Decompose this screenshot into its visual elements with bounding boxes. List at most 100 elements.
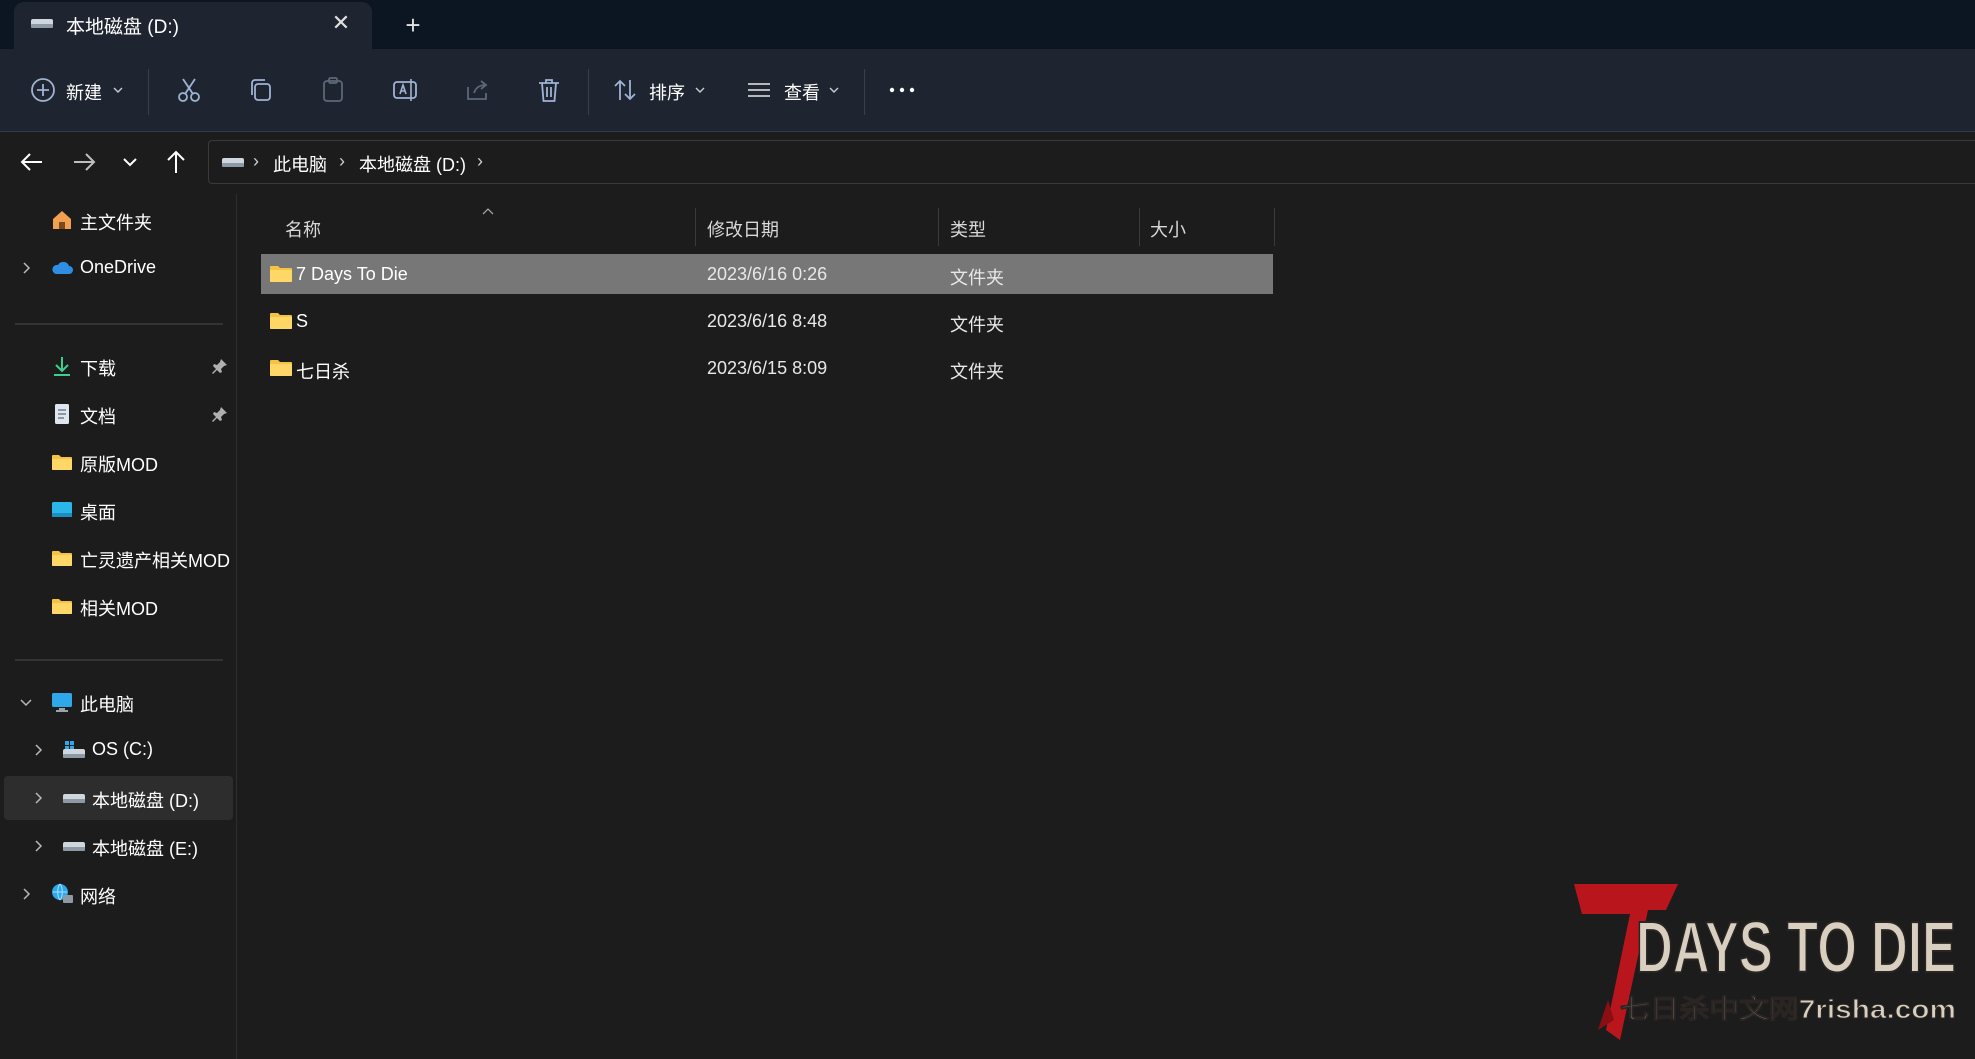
logo-site-text: 七日杀中文网7risha.com bbox=[1620, 994, 1956, 1024]
sidebar-item-network[interactable]: 网络 bbox=[4, 872, 233, 916]
column-header-name[interactable]: 名称 bbox=[261, 204, 695, 246]
sidebar-item-undead-legacy-mod[interactable]: 亡灵遗产相关MOD bbox=[4, 536, 233, 580]
os-drive-icon bbox=[63, 741, 85, 758]
tab-close-button[interactable]: ✕ bbox=[328, 10, 354, 36]
breadcrumb-separator-icon[interactable]: › bbox=[253, 151, 259, 172]
column-header-label: 大小 bbox=[1150, 220, 1186, 240]
rename-icon[interactable] bbox=[390, 75, 420, 105]
cloud-icon bbox=[52, 261, 73, 274]
sidebar-item-onedrive[interactable]: OneDrive bbox=[4, 246, 233, 290]
command-bar: 新建 排序 查看 bbox=[0, 49, 1975, 132]
sidebar-item-desktop[interactable]: 桌面 bbox=[4, 488, 233, 532]
back-arrow-icon[interactable] bbox=[16, 146, 48, 178]
file-name: 七日杀 bbox=[296, 362, 350, 382]
folder-icon bbox=[270, 313, 292, 329]
file-name: 7 Days To Die bbox=[296, 264, 408, 284]
column-header-label: 类型 bbox=[950, 220, 986, 240]
file-type: 文件夹 bbox=[950, 268, 1004, 288]
sidebar-item-downloads[interactable]: 下载 bbox=[4, 344, 233, 388]
sort-chevron-down-icon[interactable] bbox=[694, 84, 706, 96]
file-type: 文件夹 bbox=[950, 362, 1004, 382]
sidebar-item-label: 桌面 bbox=[80, 503, 116, 523]
sidebar-item-label: 文档 bbox=[80, 407, 116, 427]
sort-icon[interactable] bbox=[610, 75, 640, 105]
view-chevron-down-icon[interactable] bbox=[828, 84, 840, 96]
new-plus-icon[interactable] bbox=[28, 75, 58, 105]
column-divider[interactable] bbox=[1274, 208, 1275, 246]
new-button[interactable]: 新建 bbox=[66, 79, 102, 105]
sidebar-item-drive-d[interactable]: 本地磁盘 (D:) bbox=[4, 776, 233, 820]
address-bar[interactable]: › 此电脑 › 本地磁盘 (D:) › bbox=[208, 140, 1975, 184]
chevron-right-icon[interactable] bbox=[18, 260, 34, 276]
up-arrow-icon[interactable] bbox=[160, 146, 192, 178]
sidebar-item-label: 本地磁盘 (D:) bbox=[92, 791, 199, 811]
navigation-pane: 主文件夹 OneDrive 下载 文档 原版MOD 桌面 亡灵遗产相关MOD 相… bbox=[0, 194, 237, 1059]
more-options-icon[interactable] bbox=[887, 75, 917, 105]
tab-title: 本地磁盘 (D:) bbox=[66, 17, 179, 38]
file-date: 2023/6/15 8:09 bbox=[707, 358, 828, 378]
desktop-icon bbox=[52, 502, 72, 517]
7-days-to-die-logo: DAYS TO DIE 七日杀中文网7risha.com bbox=[1574, 884, 1957, 1040]
chevron-right-icon[interactable] bbox=[30, 790, 46, 806]
sidebar-item-drive-c[interactable]: OS (C:) bbox=[4, 728, 233, 772]
breadcrumb-drive-d[interactable]: 本地磁盘 (D:) bbox=[359, 151, 466, 177]
new-tab-button[interactable]: + bbox=[398, 10, 428, 40]
view-button[interactable]: 查看 bbox=[784, 79, 820, 105]
sidebar-item-drive-e[interactable]: 本地磁盘 (E:) bbox=[4, 824, 233, 868]
breadcrumb-separator-icon[interactable]: › bbox=[339, 151, 345, 172]
sort-ascending-icon bbox=[482, 208, 494, 215]
computer-icon bbox=[52, 693, 72, 712]
column-header-label: 修改日期 bbox=[707, 220, 779, 240]
drive-icon bbox=[31, 19, 53, 28]
sidebar-item-label: 此电脑 bbox=[80, 695, 134, 715]
view-icon[interactable] bbox=[744, 75, 774, 105]
pin-icon bbox=[212, 407, 227, 422]
column-header-size[interactable]: 大小 bbox=[1140, 204, 1274, 246]
sidebar-item-label: 亡灵遗产相关MOD bbox=[80, 551, 230, 571]
sidebar-divider bbox=[15, 659, 223, 661]
cut-icon[interactable] bbox=[174, 75, 204, 105]
sidebar-item-label: 网络 bbox=[80, 887, 116, 907]
sidebar-item-label: 下载 bbox=[80, 359, 116, 379]
file-row[interactable]: 7 Days To Die 2023/6/16 0:26 文件夹 bbox=[261, 254, 1273, 294]
logo-title-text: DAYS TO DIE bbox=[1636, 908, 1956, 988]
folder-icon bbox=[52, 551, 72, 566]
copy-icon[interactable] bbox=[246, 75, 276, 105]
column-header-label: 名称 bbox=[285, 220, 321, 240]
sidebar-item-related-mod[interactable]: 相关MOD bbox=[4, 584, 233, 628]
drive-icon bbox=[63, 842, 85, 851]
tab-strip: 本地磁盘 (D:) ✕ + bbox=[0, 0, 1975, 49]
chevron-down-icon[interactable] bbox=[18, 694, 34, 710]
file-row[interactable]: 七日杀 2023/6/15 8:09 文件夹 bbox=[261, 348, 1273, 388]
sort-button[interactable]: 排序 bbox=[649, 79, 685, 105]
sidebar-item-original-mod[interactable]: 原版MOD bbox=[4, 440, 233, 484]
paste-icon[interactable] bbox=[318, 75, 348, 105]
share-icon[interactable] bbox=[462, 75, 492, 105]
breadcrumb-this-pc[interactable]: 此电脑 bbox=[273, 151, 327, 177]
chevron-right-icon[interactable] bbox=[18, 886, 34, 902]
chevron-right-icon[interactable] bbox=[30, 838, 46, 854]
pin-icon bbox=[212, 359, 227, 374]
sidebar-item-label: OneDrive bbox=[80, 257, 157, 277]
file-row[interactable]: S 2023/6/16 8:48 文件夹 bbox=[261, 301, 1273, 341]
column-header-date[interactable]: 修改日期 bbox=[696, 204, 938, 246]
sidebar-item-this-pc[interactable]: 此电脑 bbox=[4, 680, 233, 724]
chevron-right-icon[interactable] bbox=[30, 742, 46, 758]
new-chevron-down-icon[interactable] bbox=[112, 84, 124, 96]
sidebar-item-home[interactable]: 主文件夹 bbox=[4, 198, 233, 242]
column-header-type[interactable]: 类型 bbox=[939, 204, 1139, 246]
delete-icon[interactable] bbox=[534, 75, 564, 105]
sidebar-item-label: 主文件夹 bbox=[80, 213, 152, 233]
file-type: 文件夹 bbox=[950, 315, 1004, 335]
forward-arrow-icon[interactable] bbox=[68, 146, 100, 178]
download-icon bbox=[54, 357, 70, 376]
folder-icon bbox=[270, 266, 292, 282]
network-icon bbox=[52, 883, 73, 903]
breadcrumb-separator-icon[interactable]: › bbox=[477, 151, 483, 172]
toolbar-divider bbox=[148, 69, 149, 115]
sidebar-item-documents[interactable]: 文档 bbox=[4, 392, 233, 436]
drive-icon bbox=[63, 794, 85, 803]
recent-locations-chevron-icon[interactable] bbox=[114, 146, 146, 178]
sidebar-item-label: 本地磁盘 (E:) bbox=[92, 839, 198, 859]
file-date: 2023/6/16 8:48 bbox=[707, 311, 828, 331]
